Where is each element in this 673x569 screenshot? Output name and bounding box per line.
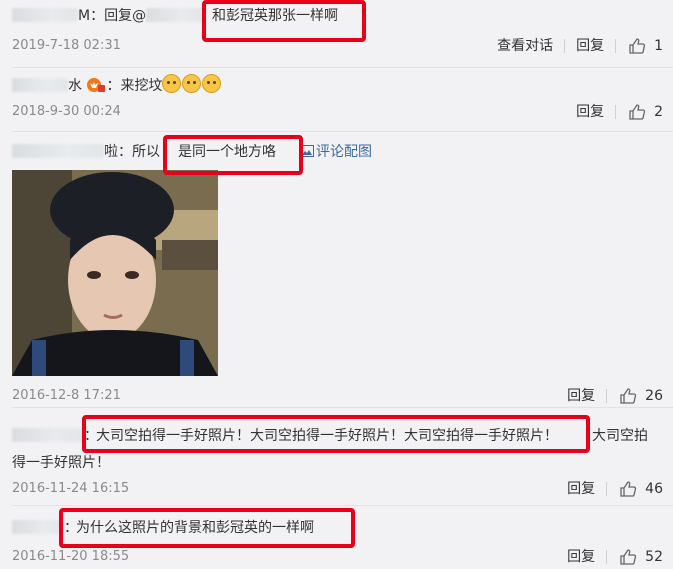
comment-2-time: 2018-9-30 00:24	[12, 104, 121, 119]
comment-1-prefix: M：回复@	[78, 8, 147, 24]
comment-4-time: 2016-11-24 16:15	[12, 481, 130, 496]
reply-button[interactable]: 回复	[556, 387, 606, 405]
username-blurred[interactable]	[12, 78, 68, 92]
like-button[interactable]: 46	[607, 480, 663, 498]
comment-3-time: 2016-12-8 17:21	[12, 388, 121, 403]
comment-1: M：回复@ 和彭冠英那张一样啊 2019-7-18 02:31 查看对话 回复 …	[0, 0, 673, 68]
comment-3-text: 是同一个地方咯	[178, 144, 276, 160]
reply-button[interactable]: 回复	[565, 103, 615, 121]
comment-4: ： 大司空拍得一手好照片！大司空拍得一手好照片！大司空拍得一手好照片！ 大司空拍…	[0, 408, 673, 506]
thumbs-up-icon	[620, 549, 637, 565]
like-button[interactable]: 2	[616, 103, 663, 121]
thumbs-up-icon	[629, 104, 646, 120]
like-count: 46	[645, 481, 663, 497]
mention-blurred[interactable]	[146, 8, 205, 22]
username-blurred[interactable]	[12, 428, 84, 442]
comment-5-time: 2016-11-20 18:55	[12, 549, 130, 564]
comment-5-actions: 回复 52	[556, 548, 663, 566]
reply-button[interactable]: 回复	[556, 480, 606, 498]
comment-2-actions: 回复 2	[565, 103, 663, 121]
comment-2-prefix: 水	[68, 78, 82, 94]
thumbs-up-icon	[620, 388, 637, 404]
like-count: 1	[654, 38, 663, 54]
comment-5-text: 为什么这照片的背景和彭冠英的一样啊	[76, 520, 314, 536]
comment-4-actions: 回复 46	[556, 480, 663, 498]
vip-badge-icon	[86, 77, 106, 93]
comment-4-text-tail: 大司空拍	[592, 428, 648, 444]
comment-4-body: ：	[12, 426, 98, 446]
thumbs-up-icon	[620, 481, 637, 497]
comment-4-text-line2: 得一手好照片！	[12, 455, 110, 471]
username-blurred[interactable]	[12, 144, 104, 158]
doge-emoji-icon	[182, 74, 202, 93]
doge-emoji-icon	[162, 74, 182, 93]
comment-5: ： 为什么这照片的背景和彭冠英的一样啊 2016-11-20 18:55 回复 …	[0, 506, 673, 569]
view-conversation-button[interactable]: 查看对话	[486, 37, 564, 55]
comment-2-text: ：来挖坟	[106, 78, 163, 94]
comment-3-footer: 2016-12-8 17:21 回复 26	[0, 378, 673, 408]
comment-3-actions: 回复 26	[556, 387, 663, 405]
doge-emoji-icon	[202, 74, 222, 93]
comment-image-link[interactable]: 评论配图	[300, 142, 372, 162]
comment-1-actions: 查看对话 回复 1	[486, 37, 663, 55]
comment-4-text: 大司空拍得一手好照片！大司空拍得一手好照片！大司空拍得一手好照片！	[96, 428, 558, 444]
like-count: 52	[645, 549, 663, 565]
image-link-label: 评论配图	[316, 144, 372, 160]
username-blurred[interactable]	[12, 520, 64, 534]
like-button[interactable]: 1	[616, 37, 663, 55]
comment-1-body: M：回复@	[12, 6, 205, 26]
comment-1-time: 2019-7-18 02:31	[12, 38, 121, 53]
username-blurred[interactable]	[12, 8, 78, 22]
like-count: 26	[645, 388, 663, 404]
reply-button[interactable]: 回复	[556, 548, 606, 566]
comment-3-prefix: 啦：所以	[104, 144, 160, 160]
comment-1-text: 和彭冠英那张一样啊	[212, 8, 338, 24]
like-count: 2	[654, 104, 663, 120]
comment-photo[interactable]	[12, 170, 218, 376]
comment-2: 水 ：来挖坟 2018-9-30 00:24 回复 2	[0, 68, 673, 132]
thumbs-up-icon	[629, 38, 646, 54]
image-icon	[300, 145, 314, 157]
comment-2-body: 水 ：来挖坟	[12, 74, 222, 96]
photo-portrait	[12, 170, 218, 376]
comment-3-body: 啦：所以	[12, 142, 160, 162]
like-button[interactable]: 26	[607, 387, 663, 405]
comment-5-body: ：	[12, 518, 78, 538]
reply-button[interactable]: 回复	[565, 37, 615, 55]
like-button[interactable]: 52	[607, 548, 663, 566]
